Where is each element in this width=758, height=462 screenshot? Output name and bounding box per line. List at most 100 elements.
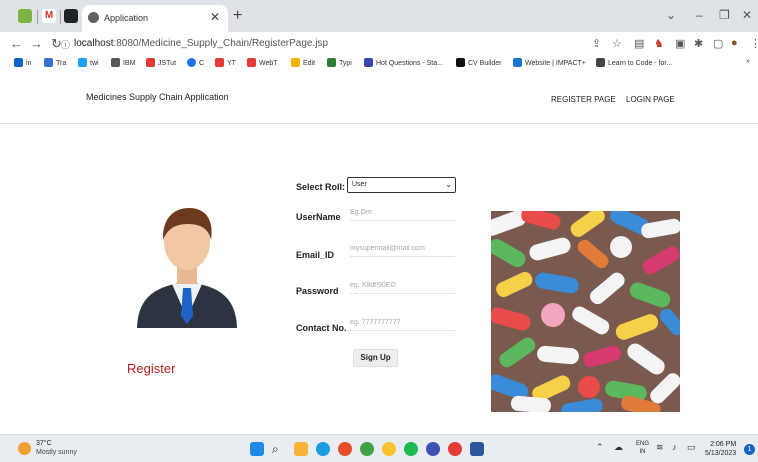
browser-window: M Application ✕ + ⌄ – ❐ ✕ ← → ↻ ⓘ localh… [0, 0, 758, 462]
tab-separator [37, 10, 38, 24]
bookmark-icon [596, 58, 605, 67]
word-icon[interactable] [470, 442, 484, 456]
star-icon[interactable]: ☆ [612, 37, 622, 50]
notification-badge[interactable]: 1 [744, 444, 755, 455]
close-window-button[interactable]: ✕ [742, 8, 752, 22]
tab-application[interactable]: Application ✕ [82, 5, 228, 32]
role-label: Select Roll: [296, 182, 346, 192]
bookmark-item[interactable]: Hot Questions - Sta... [364, 58, 443, 67]
contact-label: Contact No. [296, 323, 347, 333]
bookmark-icon [364, 58, 373, 67]
cloud-icon[interactable]: ☁ [614, 442, 623, 453]
bookmark-icon [44, 58, 53, 67]
bookmark-icon [111, 58, 120, 67]
tab-strip: M Application ✕ + ⌄ – ❐ ✕ [0, 0, 758, 32]
bookmark-item[interactable]: Learn to Code - for... [596, 58, 672, 67]
extension-icon[interactable]: ♞ [654, 37, 664, 50]
bookmark-item[interactable]: IBM [111, 58, 135, 67]
bookmark-item[interactable]: YT [215, 58, 236, 67]
weather-description[interactable]: Mostly sunny [36, 449, 77, 456]
clock-date: 5/13/2023 [705, 450, 737, 457]
taskbar: 37°C Mostly sunny ⌕ ⌃ ☁ ENG IN ≋ ♪ ▭ 2:0… [0, 434, 758, 462]
bookmarks-overflow-icon[interactable]: » [746, 58, 750, 65]
address-bar-row: ← → ↻ ⓘ localhost:8080/Medicine_Supply_C… [0, 32, 758, 56]
bookmark-item[interactable]: Typi [327, 58, 352, 67]
app-icon[interactable] [426, 442, 440, 456]
bookmarks-bar: in Tra twi IBM JSTut C YT WebT Edit Typi… [0, 56, 758, 72]
battery-icon[interactable]: ▭ [687, 442, 696, 453]
url-field[interactable]: localhost:8080/Medicine_Supply_Chain/Reg… [74, 38, 328, 49]
language-code: ENG [636, 441, 650, 447]
bookmark-item[interactable]: Edit [291, 58, 315, 67]
chevron-up-icon[interactable]: ⌃ [596, 442, 604, 453]
globe-icon [88, 12, 99, 23]
bookmark-icon [327, 58, 336, 67]
bookmark-icon [187, 58, 196, 67]
bookmark-item[interactable]: WebT [247, 58, 278, 67]
edge-icon[interactable] [316, 442, 330, 456]
web-page: Medicines Supply Chain Application REGIS… [0, 72, 758, 434]
language-indicator[interactable]: ENG IN [636, 440, 649, 456]
app-brand[interactable]: Medicines Supply Chain Application [86, 92, 229, 102]
new-tab-button[interactable]: + [233, 7, 242, 25]
username-input[interactable] [350, 205, 455, 221]
bookmark-item[interactable]: C [187, 58, 204, 67]
extension-icon[interactable]: ▤ [634, 37, 644, 50]
menu-icon[interactable]: ⋮ [750, 37, 758, 50]
app-navbar: Medicines Supply Chain Application REGIS… [0, 72, 758, 124]
email-label: Email_ID [296, 250, 335, 260]
bookmark-icon [215, 58, 224, 67]
weather-temperature[interactable]: 37°C [36, 440, 52, 447]
weather-icon[interactable] [18, 442, 31, 455]
share-icon[interactable]: ⇪ [592, 37, 601, 50]
chevron-down-icon[interactable]: ⌄ [666, 8, 676, 22]
app-icon[interactable] [448, 442, 462, 456]
chrome-icon[interactable] [338, 442, 352, 456]
extension-icon[interactable]: ▣ [675, 37, 685, 50]
password-label: Password [296, 286, 339, 296]
password-input[interactable] [350, 278, 455, 294]
bookmark-icon [291, 58, 300, 67]
bookmark-item[interactable]: twi [78, 58, 99, 67]
pinned-tab-icon[interactable] [64, 9, 78, 23]
nav-login-link[interactable]: LOGIN PAGE [626, 95, 675, 104]
sidepanel-icon[interactable]: ▢ [713, 37, 723, 50]
clock[interactable]: 2:06 PM 5/13/2023 [705, 440, 736, 458]
app-icon[interactable] [382, 442, 396, 456]
bookmark-icon [78, 58, 87, 67]
bookmark-item[interactable]: Website | IMPACT+ [513, 58, 586, 67]
forward-button[interactable]: → [30, 36, 43, 51]
close-tab-icon[interactable]: ✕ [210, 10, 220, 24]
bookmark-icon [146, 58, 155, 67]
pinned-tab-icon[interactable] [18, 9, 32, 23]
volume-icon[interactable]: ♪ [672, 442, 677, 452]
register-title: Register [127, 361, 176, 376]
bookmark-item[interactable]: Tra [44, 58, 66, 67]
region-code: IN [639, 449, 646, 455]
restore-button[interactable]: ❐ [719, 8, 730, 22]
gmail-tab-icon[interactable]: M [42, 9, 56, 23]
info-icon[interactable]: ⓘ [61, 38, 70, 51]
sign-up-button[interactable]: Sign Up [353, 349, 398, 367]
start-icon[interactable] [250, 442, 264, 456]
bookmark-item[interactable]: CV Builder [456, 58, 501, 67]
contact-input[interactable] [350, 315, 455, 331]
avatar[interactable]: ● [731, 37, 738, 49]
email-input[interactable] [350, 241, 455, 257]
bookmark-item[interactable]: in [14, 58, 31, 67]
wifi-icon[interactable]: ≋ [656, 442, 664, 453]
nav-register-link[interactable]: REGISTER PAGE [551, 95, 616, 104]
puzzle-icon[interactable]: ✱ [694, 37, 703, 50]
app-icon[interactable] [360, 442, 374, 456]
file-explorer-icon[interactable] [294, 442, 308, 456]
search-icon[interactable]: ⌕ [272, 442, 286, 456]
bookmark-item[interactable]: JSTut [146, 58, 176, 67]
back-button[interactable]: ← [10, 36, 23, 51]
role-select[interactable]: User ⌄ [347, 177, 456, 193]
user-avatar-image [137, 208, 237, 328]
tab-separator [60, 10, 61, 24]
minimize-button[interactable]: – [696, 8, 703, 22]
url-path: :8080/Medicine_Supply_Chain/RegisterPage… [113, 38, 329, 49]
spotify-icon[interactable] [404, 442, 418, 456]
pills-image [491, 211, 680, 412]
